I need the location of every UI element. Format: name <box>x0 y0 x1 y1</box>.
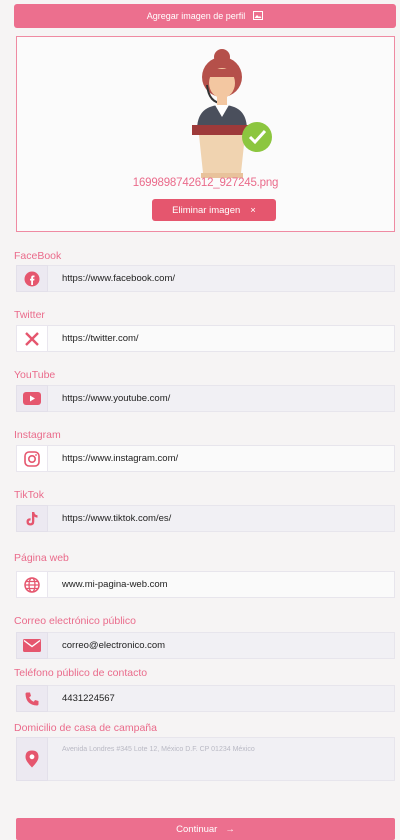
close-icon: × <box>250 204 256 216</box>
website-field[interactable]: www.mi-pagina-web.com <box>16 571 395 598</box>
globe-icon <box>16 571 48 598</box>
continue-button[interactable]: Continuar → <box>16 818 395 840</box>
facebook-label: FaceBook <box>14 250 62 262</box>
x-twitter-icon <box>16 325 48 352</box>
image-icon <box>253 10 264 22</box>
arrow-right-icon: → <box>225 823 235 835</box>
youtube-icon <box>16 385 48 412</box>
profile-image-preview: 1699898742612_927245.png Eliminar imagen… <box>16 36 395 232</box>
tiktok-icon <box>16 505 48 532</box>
instagram-input[interactable]: https://www.instagram.com/ <box>48 445 395 472</box>
address-label: Domicilio de casa de campaña <box>14 722 157 734</box>
image-filename: 1699898742612_927245.png <box>132 177 279 189</box>
add-image-label: Agregar imagen de perfil <box>146 11 246 21</box>
twitter-field[interactable]: https://twitter.com/ <box>16 325 395 352</box>
continue-label: Continuar <box>176 823 218 835</box>
website-input[interactable]: www.mi-pagina-web.com <box>48 571 395 598</box>
location-pin-icon <box>16 737 48 781</box>
instagram-field[interactable]: https://www.instagram.com/ <box>16 445 395 472</box>
youtube-field[interactable]: https://www.youtube.com/ <box>16 385 395 412</box>
facebook-field[interactable]: https://www.facebook.com/ <box>16 265 395 292</box>
phone-icon <box>16 685 48 712</box>
phone-label: Teléfono público de contacto <box>14 667 148 679</box>
add-profile-image-button[interactable]: Agregar imagen de perfil <box>14 4 396 28</box>
youtube-input[interactable]: https://www.youtube.com/ <box>48 385 395 412</box>
delete-image-button[interactable]: Eliminar imagen × <box>152 199 276 221</box>
phone-input[interactable]: 4431224567 <box>48 685 395 712</box>
instagram-icon <box>16 445 48 472</box>
address-field[interactable]: Avenida Londres #345 Lote 12, México D.F… <box>16 737 395 781</box>
delete-image-label: Eliminar imagen <box>172 204 241 216</box>
twitter-input[interactable]: https://twitter.com/ <box>48 325 395 352</box>
website-label: Página web <box>14 552 69 564</box>
email-label: Correo electrónico público <box>14 615 136 627</box>
avatar <box>192 49 272 178</box>
mail-icon <box>16 632 48 659</box>
youtube-label: YouTube <box>14 369 56 381</box>
instagram-label: Instagram <box>14 429 61 441</box>
email-input[interactable]: correo@electronico.com <box>48 632 395 659</box>
phone-field[interactable]: 4431224567 <box>16 685 395 712</box>
facebook-input[interactable]: https://www.facebook.com/ <box>48 265 395 292</box>
tiktok-input[interactable]: https://www.tiktok.com/es/ <box>48 505 395 532</box>
tiktok-field[interactable]: https://www.tiktok.com/es/ <box>16 505 395 532</box>
facebook-icon <box>16 265 48 292</box>
tiktok-label: TikTok <box>14 489 44 501</box>
twitter-label: Twitter <box>14 309 45 321</box>
email-field[interactable]: correo@electronico.com <box>16 632 395 659</box>
address-textarea[interactable]: Avenida Londres #345 Lote 12, México D.F… <box>48 737 395 781</box>
